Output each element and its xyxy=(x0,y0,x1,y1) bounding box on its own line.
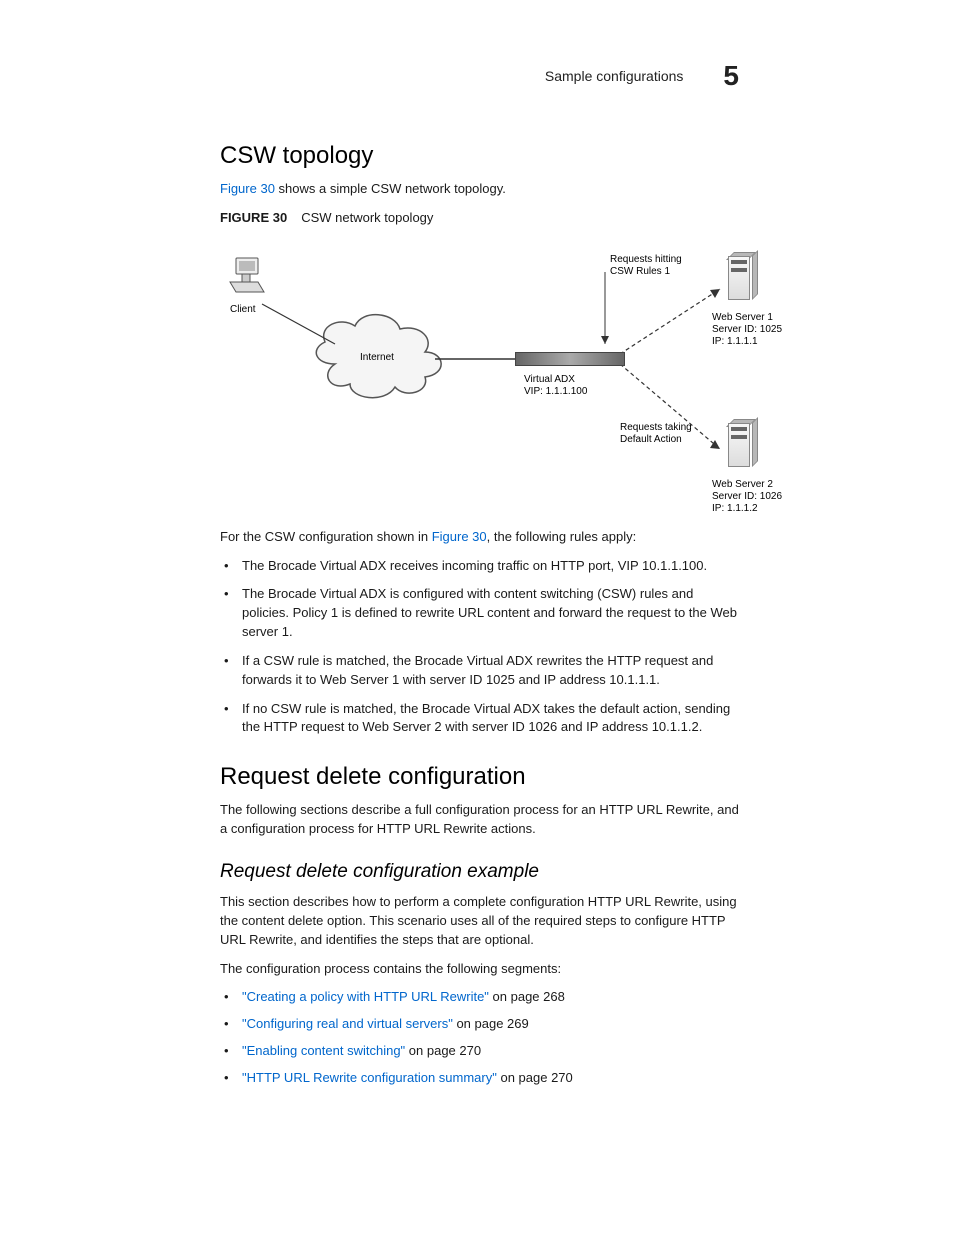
rule-bullet: The Brocade Virtual ADX is configured wi… xyxy=(242,585,739,642)
link-config-servers[interactable]: "Configuring real and virtual servers" xyxy=(242,1016,453,1031)
list-item: "Configuring real and virtual servers" o… xyxy=(242,1015,739,1034)
rules-intro-post: , the following rules apply: xyxy=(487,529,637,544)
webserver1-icon xyxy=(728,252,754,300)
rule-top-1: Requests hitting xyxy=(610,254,682,266)
link-enable-csw[interactable]: "Enabling content switching" xyxy=(242,1043,405,1058)
segment-links-list: "Creating a policy with HTTP URL Rewrite… xyxy=(220,988,739,1087)
intro-text: shows a simple CSW network topology. xyxy=(275,181,506,196)
rule-bullet: If no CSW rule is matched, the Brocade V… xyxy=(242,700,739,738)
heading-csw-topology: CSW topology xyxy=(220,142,739,170)
internet-label: Internet xyxy=(360,352,394,364)
page-ref: on page 269 xyxy=(453,1016,529,1031)
ws1-label-b: Server ID: 1025 xyxy=(712,324,782,336)
rule-bullet: If a CSW rule is matched, the Brocade Vi… xyxy=(242,652,739,690)
segments-intro: The configuration process contains the f… xyxy=(220,960,739,979)
adx-label-1: Virtual ADX xyxy=(524,374,575,386)
webserver2-icon xyxy=(728,419,754,467)
subheading-example: Request delete configuration example xyxy=(220,861,739,883)
heading-request-delete: Request delete configuration xyxy=(220,763,739,791)
section-title: Sample configurations xyxy=(545,68,684,84)
figure-csw-topology: Client Internet Virtual ADX VIP: 1.1.1.1… xyxy=(220,234,800,524)
figure-title: CSW network topology xyxy=(301,210,433,225)
request-delete-intro: The following sections describe a full c… xyxy=(220,801,739,839)
ws2-label-a: Web Server 2 xyxy=(712,479,773,491)
ws2-label-b: Server ID: 1026 xyxy=(712,491,782,503)
list-item: "Enabling content switching" on page 270 xyxy=(242,1042,739,1061)
figure-number: FIGURE 30 xyxy=(220,210,287,225)
page-ref: on page 270 xyxy=(497,1070,573,1085)
page-ref: on page 270 xyxy=(405,1043,481,1058)
client-icon xyxy=(228,256,268,303)
ws2-label-c: IP: 1.1.1.2 xyxy=(712,503,758,515)
figure-caption: FIGURE 30 CSW network topology xyxy=(220,209,739,228)
link-config-summary[interactable]: "HTTP URL Rewrite configuration summary" xyxy=(242,1070,497,1085)
rule-bot-1: Requests taking xyxy=(620,422,692,434)
ws1-label-c: IP: 1.1.1.1 xyxy=(712,336,758,348)
rules-bullet-list: The Brocade Virtual ADX receives incomin… xyxy=(220,557,739,738)
ws1-label-a: Web Server 1 xyxy=(712,312,773,324)
rules-intro: For the CSW configuration shown in Figur… xyxy=(220,528,739,547)
figure-link-2[interactable]: Figure 30 xyxy=(432,529,487,544)
example-paragraph: This section describes how to perform a … xyxy=(220,893,739,950)
adx-icon xyxy=(515,352,625,366)
rule-top-2: CSW Rules 1 xyxy=(610,266,670,278)
page-ref: on page 268 xyxy=(489,989,565,1004)
list-item: "HTTP URL Rewrite configuration summary"… xyxy=(242,1069,739,1088)
chapter-number: 5 xyxy=(723,60,739,92)
intro-paragraph: Figure 30 shows a simple CSW network top… xyxy=(220,180,739,199)
link-create-policy[interactable]: "Creating a policy with HTTP URL Rewrite… xyxy=(242,989,489,1004)
list-item: "Creating a policy with HTTP URL Rewrite… xyxy=(242,988,739,1007)
rule-bullet: The Brocade Virtual ADX receives incomin… xyxy=(242,557,739,576)
adx-label-2: VIP: 1.1.1.100 xyxy=(524,386,587,398)
page-header: Sample configurations 5 xyxy=(62,60,834,92)
figure-link[interactable]: Figure 30 xyxy=(220,181,275,196)
rule-bot-2: Default Action xyxy=(620,434,682,446)
rules-intro-pre: For the CSW configuration shown in xyxy=(220,529,432,544)
client-label: Client xyxy=(230,304,256,316)
